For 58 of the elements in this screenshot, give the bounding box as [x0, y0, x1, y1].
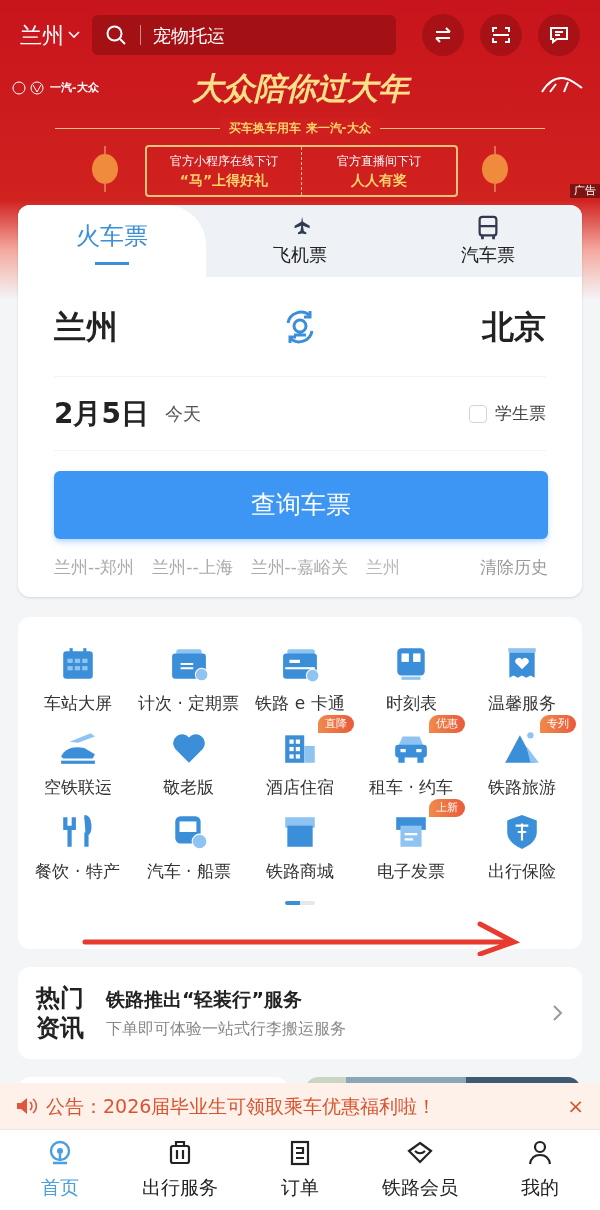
- service-item[interactable]: 上新 电子发票: [355, 799, 467, 883]
- arrival-city[interactable]: 北京: [482, 302, 546, 351]
- ticket-tab[interactable]: 汽车票: [394, 205, 582, 277]
- message-button[interactable]: [538, 14, 580, 56]
- search-bar[interactable]: 宠物托运: [92, 15, 396, 55]
- promo-badge: 直降: [317, 715, 354, 733]
- nav-tab[interactable]: 铁路会员: [360, 1130, 480, 1210]
- ticket-tab[interactable]: 飞机票: [206, 205, 394, 277]
- service-item[interactable]: 时刻表: [355, 631, 467, 715]
- notice-text: 公告：2026届毕业生可领取乘车优惠福利啦！: [46, 1093, 437, 1119]
- offer-text: 官方直播间下订: [337, 153, 421, 170]
- chevron-right-icon: [552, 1004, 564, 1022]
- swap-button[interactable]: [422, 14, 464, 56]
- scan-button[interactable]: [480, 14, 522, 56]
- speaker-icon: [16, 1097, 38, 1115]
- service-item[interactable]: 铁路 e 卡通: [244, 631, 356, 715]
- travel-date[interactable]: 2月5日: [54, 392, 149, 435]
- offer-highlight: “马”上得好礼: [179, 171, 269, 190]
- promo-badge: 优惠: [428, 715, 465, 733]
- service-item[interactable]: 直降 酒店住宿: [244, 715, 356, 799]
- service-item[interactable]: 专列 铁路旅游: [466, 715, 578, 799]
- promo-badge: 专列: [540, 715, 576, 733]
- service-item[interactable]: 汽车 · 船票: [133, 799, 245, 883]
- news-tag: 热门: [36, 983, 84, 1013]
- date-note: 今天: [164, 402, 201, 426]
- nav-tab[interactable]: 订单: [240, 1130, 360, 1210]
- lantern-icon: [90, 146, 120, 192]
- brand-name: 一汽-大众: [50, 80, 99, 96]
- news-subtitle: 下单即可体验一站式行李搬运服务: [106, 1018, 346, 1041]
- nav-tab[interactable]: 出行服务: [120, 1130, 240, 1210]
- offer-text: 官方小程序在线下订: [170, 153, 278, 170]
- nav-tab[interactable]: 我的: [480, 1130, 600, 1210]
- search-icon: [104, 23, 128, 47]
- banner-headline: 大众陪你过大年: [170, 68, 430, 108]
- promo-badge: 上新: [428, 799, 465, 817]
- search-field[interactable]: 宠物托运: [153, 21, 353, 49]
- news-card[interactable]: 热门 资讯 铁路推出“轻装行”服务 下单即可体验一站式行李搬运服务: [18, 967, 582, 1059]
- service-item[interactable]: 优惠 租车 · 约车: [355, 715, 467, 799]
- service-item[interactable]: 温馨服务: [466, 631, 578, 715]
- student-ticket-checkbox[interactable]: 学生票: [469, 400, 546, 427]
- person-icon: [526, 1138, 554, 1167]
- city-selector[interactable]: 兰州: [20, 18, 80, 52]
- service-item[interactable]: 车站大屏: [22, 631, 134, 715]
- logo-icon: [12, 81, 46, 96]
- news-title: 铁路推出“轻装行”服务: [106, 986, 303, 1012]
- close-button[interactable]: ×: [567, 1091, 584, 1121]
- news-tag: 资讯: [36, 1013, 84, 1043]
- offer-highlight: 人人有奖: [351, 171, 407, 190]
- chevron-down-icon: [68, 31, 80, 39]
- ad-label: 广告: [570, 184, 600, 198]
- service-item[interactable]: 餐饮 · 特产: [22, 799, 134, 883]
- service-item[interactable]: 铁路商城: [244, 799, 356, 883]
- lantern-icon: [480, 146, 510, 192]
- service-item[interactable]: 空铁联运: [22, 715, 134, 799]
- service-item[interactable]: 出行保险: [466, 799, 578, 883]
- service-item[interactable]: 敬老版: [133, 715, 245, 799]
- departure-city[interactable]: 兰州: [54, 302, 118, 351]
- service-item[interactable]: 计次 · 定期票: [133, 631, 245, 715]
